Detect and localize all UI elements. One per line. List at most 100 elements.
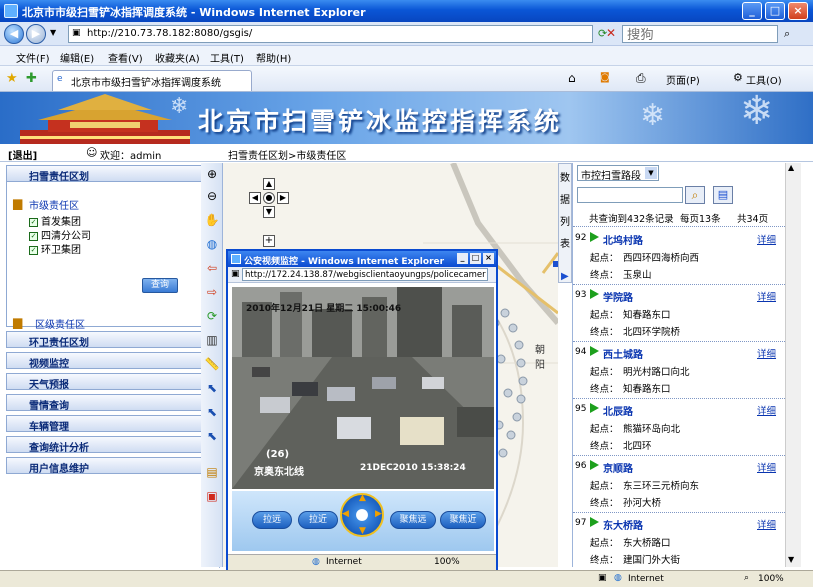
window-titlebar[interactable]: 北京市市级扫雪铲冰指挥调度系统 - Windows Internet Explo…: [0, 0, 813, 22]
print-icon[interactable]: ⎙: [636, 71, 646, 86]
road-search-input[interactable]: [577, 187, 683, 203]
section-statistics[interactable]: 查询统计分析: [6, 436, 218, 454]
scroll-down-icon[interactable]: ▼: [788, 555, 794, 564]
video-popup-window[interactable]: 公安视频监控 - Windows Internet Explorer _ □ ×…: [226, 249, 498, 572]
globe-icon[interactable]: ◍: [203, 235, 221, 253]
tree-group-1[interactable]: ✓ 首发集团: [29, 213, 81, 228]
focus-near-button[interactable]: 聚焦近: [440, 511, 486, 529]
detail-link[interactable]: 详细: [757, 289, 776, 303]
road-name[interactable]: 京顺路: [603, 460, 633, 475]
tree-city-zone[interactable]: 市级责任区: [29, 197, 79, 212]
list-item[interactable]: 96 京顺路 详细 起点： 东三环三元桥向东 终点： 孙河大桥: [573, 457, 785, 513]
tilt-down-icon[interactable]: ▼: [359, 526, 366, 536]
detail-link[interactable]: 详细: [757, 346, 776, 360]
menu-view[interactable]: 查看(V): [108, 50, 143, 65]
collapse-arrow-icon[interactable]: ▶: [561, 266, 569, 288]
road-name[interactable]: 北辰路: [603, 403, 633, 418]
section-user-info[interactable]: 用户信息维护: [6, 457, 218, 475]
popup-titlebar[interactable]: 公安视频监控 - Windows Internet Explorer _ □ ×: [228, 251, 496, 267]
list-view-icon[interactable]: ▤: [713, 186, 733, 204]
list-item[interactable]: 93 学院路 详细 起点： 知春路东口 终点： 北四环学院桥: [573, 286, 785, 342]
tree-group-3[interactable]: ✓ 环卫集团: [29, 241, 81, 256]
page-scrollbar[interactable]: ▲ ▼: [785, 163, 801, 567]
data-list-tab[interactable]: 数 据 列 表 ▶: [558, 163, 572, 283]
tree-group-2[interactable]: ✓ 四清分公司: [29, 227, 91, 242]
pan-center-button[interactable]: ●: [263, 192, 275, 204]
pan-down-button[interactable]: ▼: [263, 206, 275, 218]
detail-link[interactable]: 详细: [757, 517, 776, 531]
pan-left-icon[interactable]: ◀: [342, 509, 349, 519]
road-name[interactable]: 东大桥路: [603, 517, 643, 532]
road-type-select[interactable]: 市控扫雪路段 ▼: [577, 165, 659, 182]
zoom-in-button[interactable]: 拉近: [298, 511, 338, 529]
zoom-out-button[interactable]: 拉远: [252, 511, 292, 529]
ptz-joystick[interactable]: ▲ ▼ ◀ ▶: [340, 493, 384, 537]
home-icon[interactable]: ⌂: [568, 71, 576, 85]
tree-district-zone[interactable]: 区级责任区: [35, 316, 85, 331]
pan-up-button[interactable]: ▲: [263, 178, 275, 190]
feeds-icon[interactable]: ◙: [600, 72, 610, 83]
forward-icon[interactable]: ▶: [26, 24, 46, 44]
video-feed[interactable]: 2010年12月21日 星期二 15:00:46 (26) 京奥东北线 21DE…: [232, 287, 494, 489]
map-zoom-in-button[interactable]: +: [263, 235, 275, 247]
pan-right-icon[interactable]: ▶: [375, 509, 382, 519]
checkbox-icon[interactable]: ✓: [29, 245, 38, 255]
popup-minimize-button[interactable]: _: [457, 253, 468, 264]
search-input[interactable]: [622, 25, 778, 43]
search-icon[interactable]: ⌕: [685, 186, 705, 204]
select-icon[interactable]: ⬉: [203, 379, 221, 397]
popup-close-button[interactable]: ×: [483, 253, 494, 264]
layers-icon[interactable]: ▥: [203, 331, 221, 349]
section-weather[interactable]: 天气预报: [6, 373, 218, 391]
checkbox-icon[interactable]: ✓: [29, 231, 38, 241]
favorites-star-icon[interactable]: ★: [6, 71, 18, 86]
tab-main[interactable]: e 北京市市级扫雪铲冰指挥调度系统: [52, 70, 252, 91]
pan-hand-icon[interactable]: ✋: [203, 211, 221, 229]
refresh-map-icon[interactable]: ⟳: [203, 307, 221, 325]
menu-help[interactable]: 帮助(H): [256, 50, 291, 65]
select-poly-icon[interactable]: ⬉: [203, 427, 221, 445]
pan-right-button[interactable]: ▶: [277, 192, 289, 204]
popup-zoom[interactable]: 100%: [434, 557, 460, 567]
list-item[interactable]: 95 北辰路 详细 起点： 熊猫环岛向北 终点： 北四环: [573, 400, 785, 456]
close-button[interactable]: ×: [788, 2, 808, 20]
page-menu[interactable]: 页面(P): [666, 72, 700, 87]
section-sanitation-zones[interactable]: 环卫责任区划: [6, 331, 218, 349]
query-button[interactable]: 查询: [142, 278, 178, 293]
section-responsibility-zones[interactable]: 扫雪责任区划: [6, 165, 218, 183]
checkbox-icon[interactable]: ✓: [29, 217, 38, 227]
minimize-button[interactable]: _: [742, 2, 762, 20]
zoom-level[interactable]: 100%: [758, 574, 784, 584]
detail-link[interactable]: 详细: [757, 403, 776, 417]
menu-tools[interactable]: 工具(T): [210, 50, 244, 65]
add-favorite-icon[interactable]: ✚: [26, 71, 37, 86]
menu-edit[interactable]: 编辑(E): [60, 50, 94, 65]
list-item[interactable]: 97 东大桥路 详细 起点： 东大桥路口 终点： 建国门外大街: [573, 514, 785, 570]
list-item[interactable]: 94 西土城路 详细 起点： 明光村路口向北 终点： 知春路东口: [573, 343, 785, 399]
section-video-monitoring[interactable]: 视频监控: [6, 352, 218, 370]
road-name[interactable]: 西土城路: [603, 346, 643, 361]
clear-icon[interactable]: ▣: [203, 487, 221, 505]
stop-icon[interactable]: ✕: [606, 26, 616, 40]
menu-file[interactable]: 文件(F): [16, 50, 50, 65]
detail-link[interactable]: 详细: [757, 460, 776, 474]
menu-favorites[interactable]: 收藏夹(A): [155, 50, 200, 65]
popup-url-field[interactable]: http://172.24.138.87/webgisclientaoyungp…: [242, 268, 488, 281]
history-dropdown-icon[interactable]: ▼: [50, 28, 56, 37]
scroll-up-icon[interactable]: ▲: [788, 163, 794, 172]
road-name[interactable]: 北坞村路: [603, 232, 643, 247]
stack-icon[interactable]: ▤: [203, 463, 221, 481]
pan-left-button[interactable]: ◀: [249, 192, 261, 204]
section-snow-query[interactable]: 雪情查询: [6, 394, 218, 412]
detail-link[interactable]: 详细: [757, 232, 776, 246]
back-arrow-icon[interactable]: ⇦: [203, 259, 221, 277]
road-name[interactable]: 学院路: [603, 289, 633, 304]
tools-menu[interactable]: 工具(O): [746, 72, 782, 87]
maximize-button[interactable]: □: [765, 2, 785, 20]
zoom-in-icon[interactable]: ⊕: [203, 165, 221, 183]
zoom-out-icon[interactable]: ⊖: [203, 187, 221, 205]
select-rect-icon[interactable]: ⬉: [203, 403, 221, 421]
back-icon[interactable]: ◀: [4, 24, 24, 44]
popup-maximize-button[interactable]: □: [470, 253, 481, 264]
search-icon[interactable]: ⌕: [784, 27, 790, 41]
